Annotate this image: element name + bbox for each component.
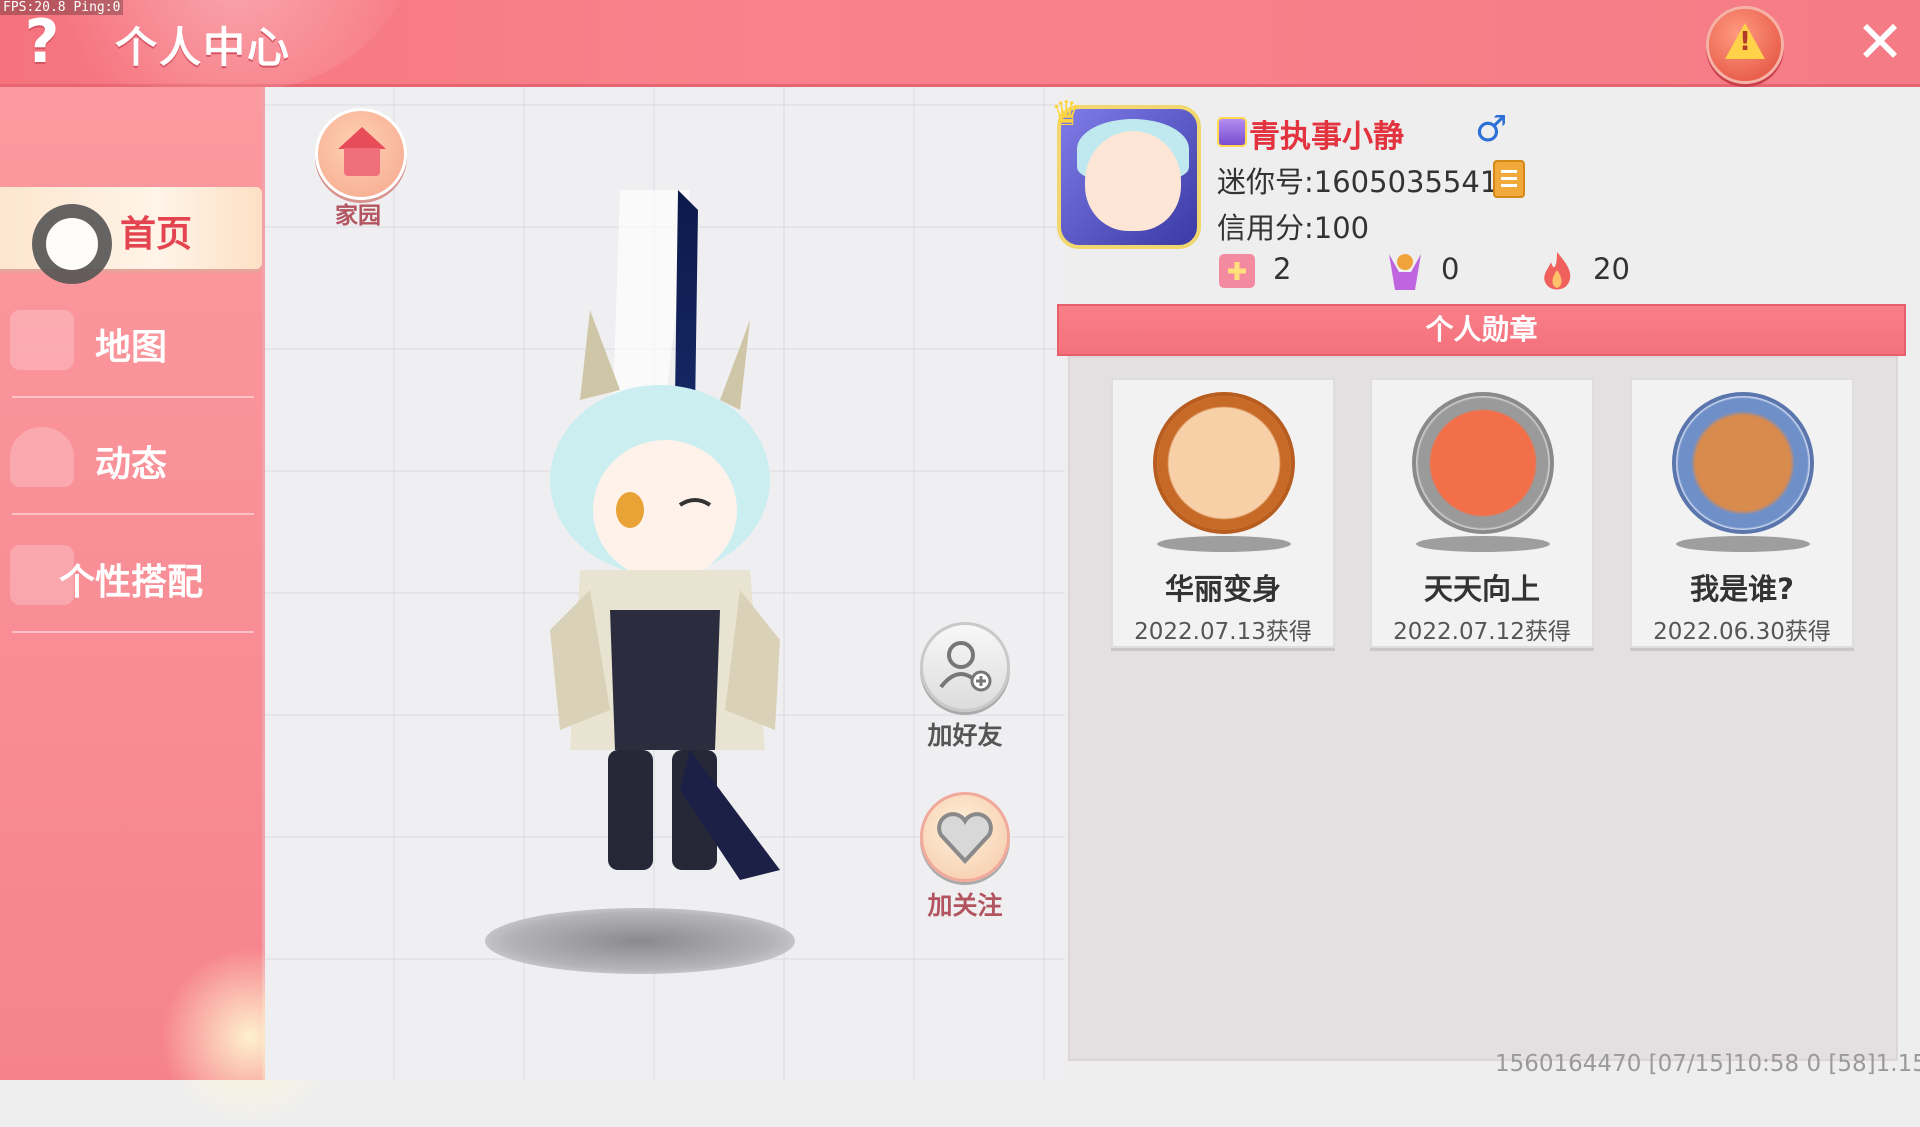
cheer-count: 0 <box>1441 252 1460 286</box>
cheer-icon <box>1389 254 1421 290</box>
sidebar-item-map[interactable]: 地图 <box>0 288 262 398</box>
add-friend-label: 加好友 <box>927 721 1003 750</box>
heart-icon <box>920 792 1010 882</box>
sidebar-item-outfit[interactable]: 个性搭配 <box>0 523 262 633</box>
letter-medal-icon <box>1672 392 1814 534</box>
home-button[interactable] <box>315 108 407 200</box>
header-bar: ? 个人中心 ! ✕ <box>0 0 1920 90</box>
sidebar-item-label: 个性搭配 <box>58 562 203 603</box>
medal-card[interactable]: 华丽变身 2022.07.13获得 <box>1111 378 1335 648</box>
help-icon[interactable]: ? <box>18 10 66 74</box>
medal-section-title: 个人勋章 <box>1057 304 1906 356</box>
flame-count: 20 <box>1593 252 1630 286</box>
sidebar-item-label: 地图 <box>94 327 167 368</box>
medal-name: 华丽变身 <box>1164 572 1281 606</box>
flame-icon <box>1544 252 1571 290</box>
build-info: 1560164470 [07/15]10:58 0 [58]1.15.2 <box>1495 1051 1920 1077</box>
crown-icon: ♛ <box>1051 94 1082 134</box>
mini-id: 迷你号:1605035541 <box>1217 165 1499 199</box>
stats-row: 2 0 20 <box>1217 248 1917 298</box>
divider <box>12 631 254 633</box>
card-plus-icon <box>1219 254 1255 288</box>
add-friend-icon <box>920 622 1010 712</box>
medal-card[interactable]: 我是谁? 2022.06.30获得 <box>1630 378 1854 648</box>
medal-date: 2022.07.13获得 <box>1134 619 1312 645</box>
copy-icon[interactable] <box>1493 160 1525 198</box>
home-label: 家园 <box>335 203 381 229</box>
touch-joystick[interactable] <box>32 204 112 284</box>
medal-name: 天天向上 <box>1423 572 1540 606</box>
close-icon[interactable]: ✕ <box>1848 10 1912 74</box>
follow-label: 加关注 <box>927 891 1003 920</box>
follow-button[interactable]: 加关注 <box>920 792 1010 922</box>
medal-panel: 华丽变身 2022.07.13获得 天天向上 2022.07.12获得 我是谁?… <box>1068 356 1898 1061</box>
medal-date: 2022.07.12获得 <box>1393 619 1571 645</box>
character-model <box>550 190 780 880</box>
dinosaur-medal-icon <box>1153 392 1295 534</box>
sidebar-item-label: 动态 <box>94 444 167 485</box>
medal-date: 2022.06.30获得 <box>1653 619 1831 645</box>
male-gender-icon: ♂ <box>1475 109 1508 150</box>
house-icon <box>338 127 386 149</box>
medal-card[interactable]: 天天向上 2022.07.12获得 <box>1370 378 1594 648</box>
add-friend-button[interactable]: 加好友 <box>920 622 1010 752</box>
medal-name: 我是谁? <box>1690 572 1794 606</box>
page-title: 个人中心 <box>115 23 292 72</box>
divider <box>12 513 254 515</box>
credit-score: 信用分:100 <box>1217 211 1370 245</box>
sidebar-item-feed[interactable]: 动态 <box>0 405 262 515</box>
calendar-medal-icon <box>1412 392 1554 534</box>
profile-info: ♛ 青执事小静 ♂ 迷你号:1605035541 信用分:100 2 0 20 <box>1051 97 1917 298</box>
fps-counter: FPS:20.8 Ping:0 <box>0 0 124 15</box>
player-name: 青执事小静 <box>1249 119 1404 155</box>
divider <box>12 396 254 398</box>
report-button[interactable]: ! <box>1706 6 1784 84</box>
card-count: 2 <box>1273 252 1292 286</box>
